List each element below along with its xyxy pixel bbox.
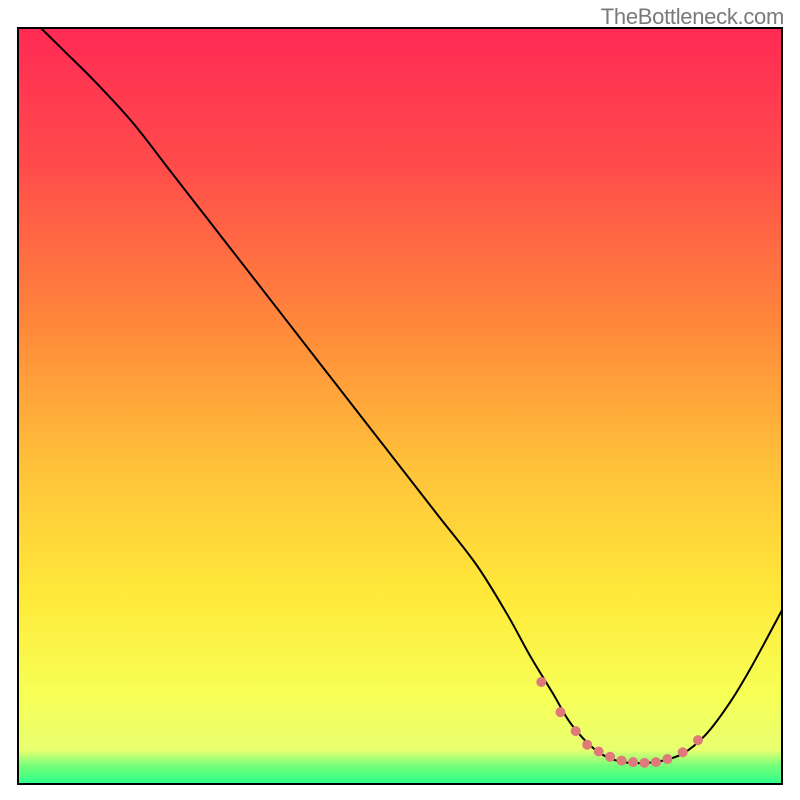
marker-dot [555,707,565,717]
marker-dot [594,746,604,756]
marker-dot [617,756,627,766]
marker-dot [536,677,546,687]
marker-dot [693,735,703,745]
marker-dot [582,740,592,750]
marker-dot [639,758,649,768]
marker-dot [628,757,638,767]
gradient-background [18,28,782,784]
marker-dot [678,747,688,757]
marker-dot [605,752,615,762]
bottleneck-chart: TheBottleneck.com [0,0,800,800]
chart-svg [0,0,800,800]
marker-dot [662,754,672,764]
marker-dot [571,726,581,736]
marker-dot [651,757,661,767]
